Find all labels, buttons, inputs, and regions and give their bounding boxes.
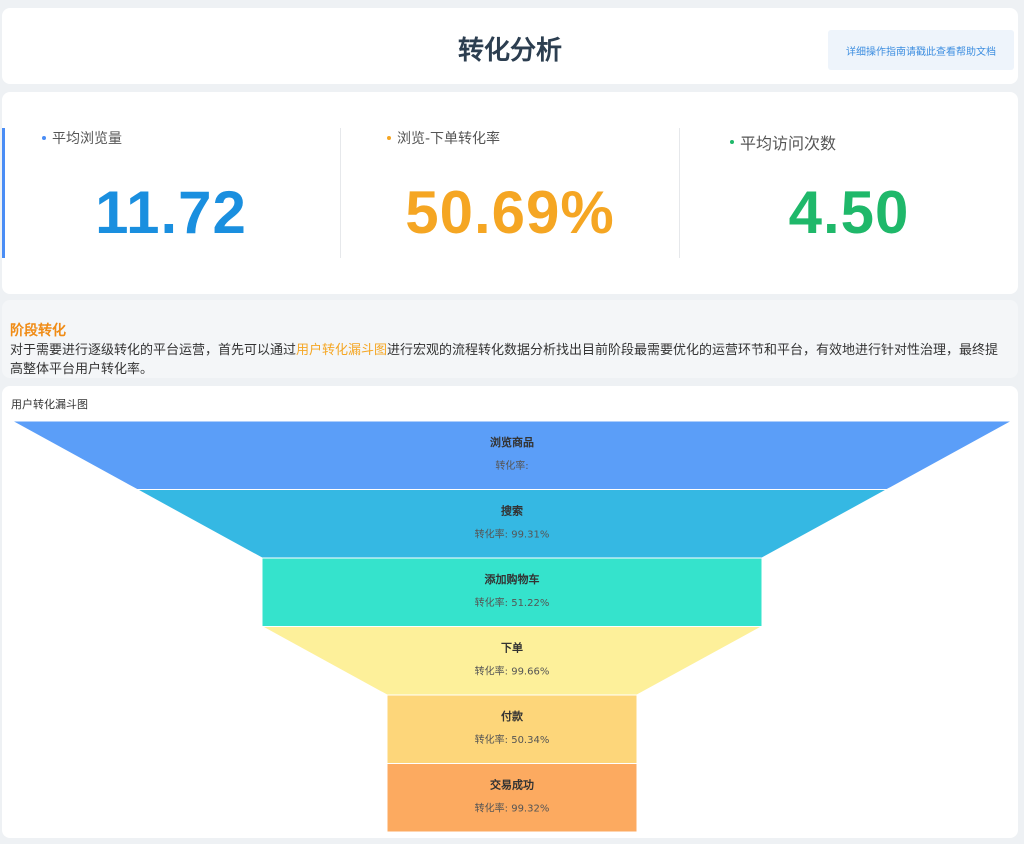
funnel-stage-name: 搜索 <box>501 504 523 518</box>
kpi-avg-visits: 平均访问次数 4.50 <box>680 92 1018 294</box>
help-doc-link[interactable]: 详细操作指南请戳此查看帮助文档 <box>828 30 1014 70</box>
funnel-stage-rate: 转化率: 51.22% <box>475 596 550 609</box>
funnel-stage-name: 交易成功 <box>490 778 534 792</box>
funnel-stage-rate: 转化率: 99.31% <box>475 528 550 541</box>
funnel-stage-rate: 转化率: 99.32% <box>475 802 550 815</box>
funnel-stage-0[interactable] <box>11 420 1013 490</box>
header-card: 转化分析 详细操作指南请戳此查看帮助文档 <box>2 8 1018 84</box>
kpi-dot-icon <box>730 140 734 144</box>
kpi-label: 浏览-下单转化率 <box>397 131 501 147</box>
stage-conversion-section: 阶段转化 对于需要进行逐级转化的平台运营，首先可以通过用户转化漏斗图进行宏观的流… <box>2 300 1018 378</box>
funnel-stage-name: 浏览商品 <box>490 435 534 449</box>
kpi-value: 11.72 <box>95 179 247 246</box>
funnel-chart-link[interactable]: 用户转化漏斗图 <box>296 343 387 358</box>
section-title: 阶段转化 <box>10 323 66 339</box>
kpi-dot-icon <box>387 136 391 140</box>
funnel-stage-rate: 转化率: <box>495 459 528 472</box>
kpi-value: 50.69% <box>405 179 615 246</box>
desc-text: 对于需要进行逐级转化的平台运营，首先可以通过 <box>10 343 297 358</box>
kpi-view-order-rate: 浏览-下单转化率 50.69% <box>341 92 679 294</box>
funnel-stage-name: 下单 <box>501 641 523 655</box>
kpi-value: 4.50 <box>788 179 910 246</box>
funnel-stage-rate: 转化率: 50.34% <box>475 733 550 746</box>
funnel-stage-3[interactable] <box>261 626 763 696</box>
funnel-stage-4[interactable] <box>386 694 638 764</box>
funnel-stage-name: 添加购物车 <box>485 572 540 586</box>
kpi-card: 平均浏览量 11.72 浏览-下单转化率 50.69% 平均访问次数 4.50 <box>2 92 1018 294</box>
funnel-card: 浏览商品转化率: 搜索转化率: 99.31% 添加购物车转化率: 51.22% 下单转… <box>2 386 1018 838</box>
kpi-label: 平均浏览量 <box>52 131 122 147</box>
funnel-stage-2[interactable] <box>261 557 763 627</box>
funnel-stage-5[interactable] <box>386 763 638 833</box>
funnel-stage-1[interactable] <box>136 489 888 559</box>
funnel-stage-rate: 转化率: 99.66% <box>475 665 550 678</box>
funnel-title: 用户转化漏斗图 <box>11 398 88 411</box>
kpi-label: 平均访问次数 <box>740 134 837 153</box>
funnel-chart: 浏览商品转化率: 搜索转化率: 99.31% 添加购物车转化率: 51.22% 下单转… <box>11 420 1013 833</box>
funnel-stage-name: 付款 <box>501 709 524 723</box>
section-description: 对于需要进行逐级转化的平台运营，首先可以通过用户转化漏斗图进行宏观的流程转化数据… <box>10 341 1004 379</box>
kpi-avg-views: 平均浏览量 11.72 <box>2 92 340 294</box>
kpi-dot-icon <box>42 136 46 140</box>
